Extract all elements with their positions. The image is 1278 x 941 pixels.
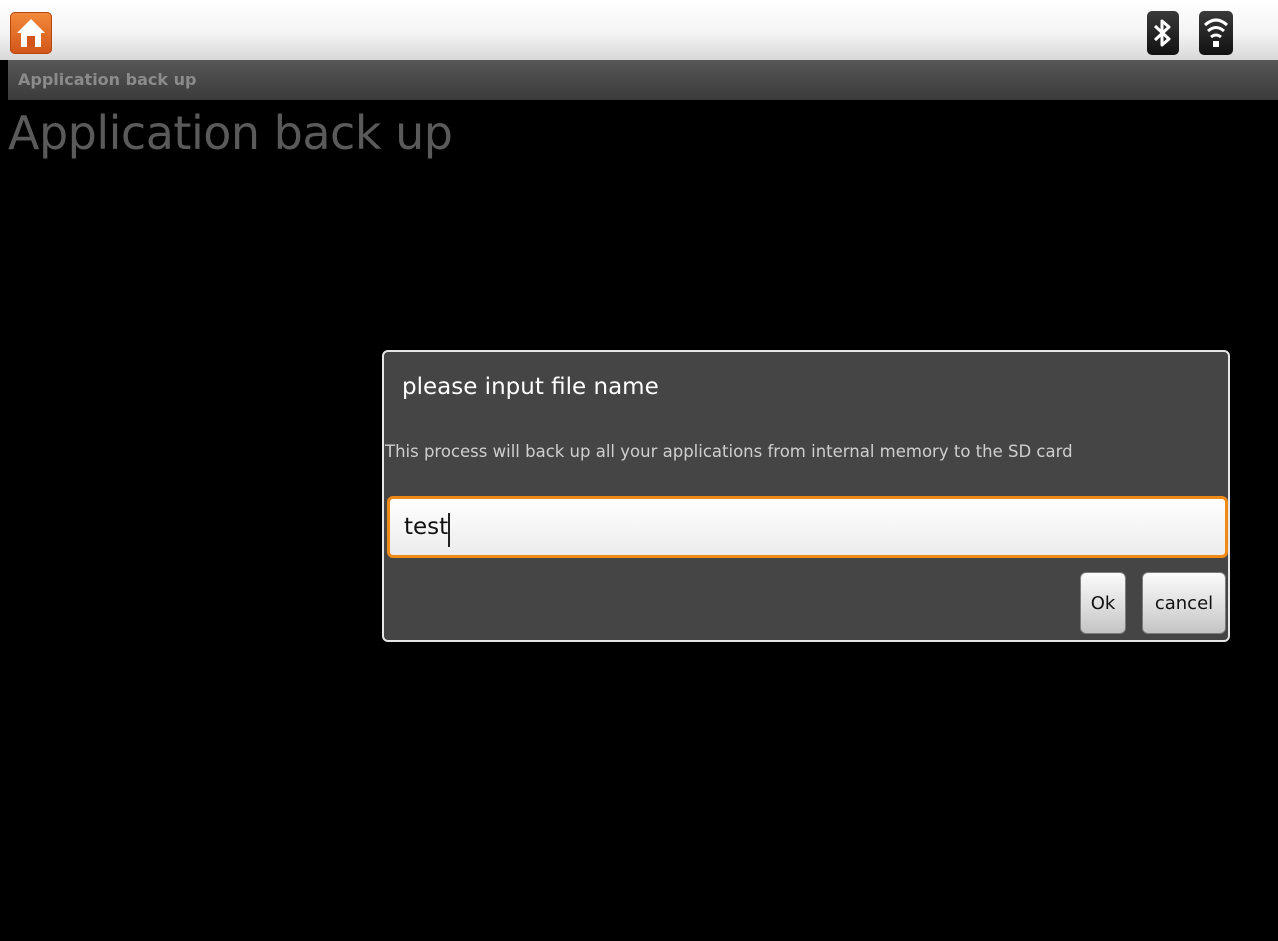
dialog-title: please input file name: [402, 374, 659, 400]
file-name-input[interactable]: [387, 496, 1228, 558]
dialog-message: This process will back up all your appli…: [385, 442, 1073, 461]
app-title-bar-label: Application back up: [18, 70, 197, 89]
bluetooth-icon: [1147, 11, 1179, 55]
page-title: Application back up: [8, 106, 453, 160]
wifi-icon: [1199, 11, 1233, 55]
cancel-button[interactable]: cancel: [1142, 572, 1226, 634]
home-icon[interactable]: [10, 12, 52, 54]
file-name-dialog: please input file name This process will…: [382, 350, 1230, 642]
text-cursor: [448, 513, 450, 547]
app-title-bar: Application back up: [8, 60, 1278, 100]
status-bar: [0, 0, 1278, 60]
ok-button[interactable]: Ok: [1080, 572, 1126, 634]
